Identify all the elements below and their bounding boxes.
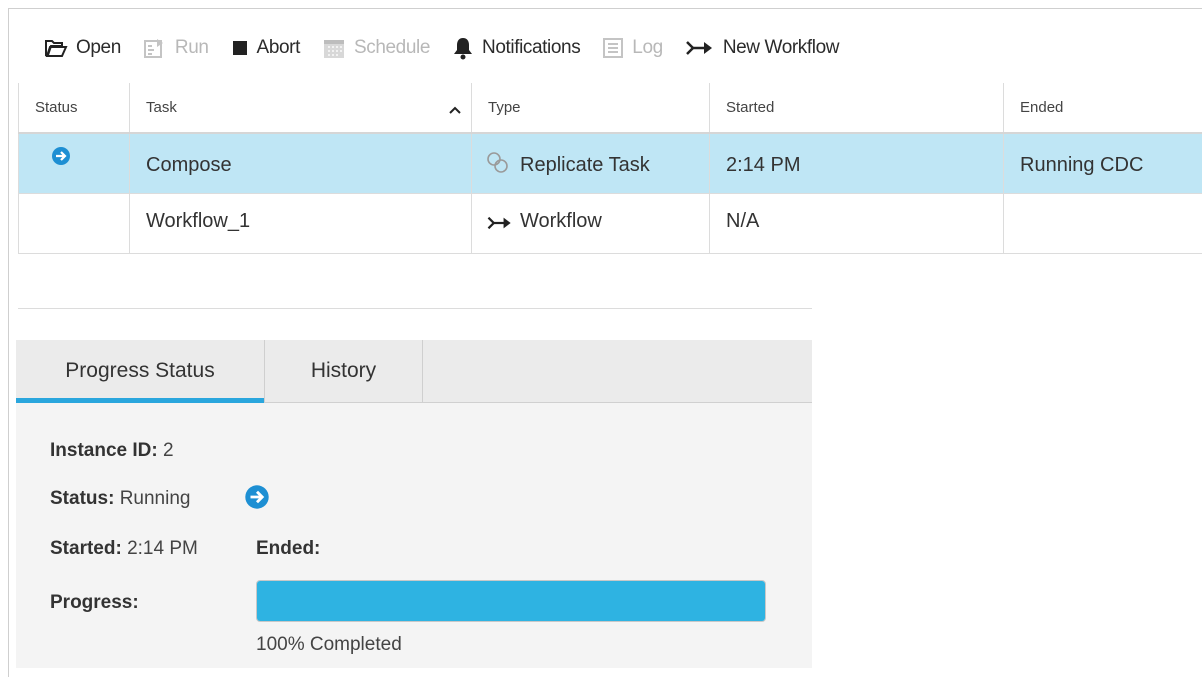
ended-cell xyxy=(1004,193,1202,253)
started-value: 2:14 PM xyxy=(127,538,198,559)
table-header: Status Task Type Started Ended xyxy=(19,83,1202,133)
status-cell xyxy=(19,133,130,193)
workflow-arrow-icon xyxy=(486,215,520,231)
instance-id-value: 2 xyxy=(163,440,174,461)
running-arrow-icon xyxy=(244,484,270,516)
log-label: Log xyxy=(632,37,663,59)
task-cell: Workflow_1 xyxy=(130,193,472,253)
notifications-label: Notifications xyxy=(482,37,580,59)
new-workflow-button[interactable]: New Workflow xyxy=(685,37,839,59)
ended-row: Ended: xyxy=(256,538,320,560)
ended-cell: Running CDC xyxy=(1004,133,1202,193)
instance-id-label: Instance ID: xyxy=(50,440,158,461)
bell-icon xyxy=(452,36,474,60)
ended-label: Ended: xyxy=(256,538,320,559)
progress-bar xyxy=(256,580,766,622)
run-label: Run xyxy=(175,37,209,59)
run-button[interactable]: Run xyxy=(143,37,209,59)
type-cell: Workflow xyxy=(472,193,710,253)
schedule-button[interactable]: Schedule xyxy=(322,36,430,60)
sort-ascending-icon xyxy=(449,101,461,118)
status-label: Status: xyxy=(50,488,114,509)
open-button[interactable]: Open xyxy=(44,37,121,59)
toolbar: Open Run Abort Schedule Notifications Lo… xyxy=(44,30,861,66)
run-icon xyxy=(143,37,167,59)
calendar-icon xyxy=(322,36,346,60)
notifications-button[interactable]: Notifications xyxy=(452,36,580,60)
task-name: Workflow_1 xyxy=(146,210,250,232)
replicate-task-icon xyxy=(486,150,520,176)
new-workflow-label: New Workflow xyxy=(723,37,839,59)
details-panel: Progress Status History Instance ID: 2 S… xyxy=(16,340,812,668)
ended-value: Running CDC xyxy=(1020,154,1143,176)
column-header-started[interactable]: Started xyxy=(710,83,1004,133)
progress-bar-fill xyxy=(257,581,765,621)
started-row: Started: 2:14 PM xyxy=(50,538,198,560)
schedule-label: Schedule xyxy=(354,37,430,59)
progress-label: Progress: xyxy=(50,592,139,613)
progress-row: Progress: xyxy=(50,592,139,614)
table-row[interactable]: Compose Replicate Task 2:14 PM Running C… xyxy=(19,133,1202,193)
task-name: Compose xyxy=(146,154,232,176)
started-cell: N/A xyxy=(710,193,1004,253)
started-label: Started: xyxy=(50,538,122,559)
running-arrow-icon xyxy=(51,146,129,172)
column-header-status[interactable]: Status xyxy=(19,83,130,133)
status-cell xyxy=(19,193,130,253)
workflow-arrow-icon xyxy=(685,39,715,57)
status-row: Status: Running xyxy=(50,488,190,510)
table-row[interactable]: Workflow_1 Workflow N/A xyxy=(19,193,1202,253)
tab-progress-status[interactable]: Progress Status xyxy=(16,340,265,402)
column-header-task[interactable]: Task xyxy=(130,83,472,133)
started-cell: 2:14 PM xyxy=(710,133,1004,193)
type-cell: Replicate Task xyxy=(472,133,710,193)
stop-icon xyxy=(231,39,249,57)
type-label: Replicate Task xyxy=(520,154,650,177)
instance-id-row: Instance ID: 2 xyxy=(50,440,174,462)
started-value: N/A xyxy=(726,210,759,232)
column-header-type[interactable]: Type xyxy=(472,83,710,133)
tab-bar: Progress Status History xyxy=(16,340,812,403)
type-label: Workflow xyxy=(520,210,602,233)
abort-button[interactable]: Abort xyxy=(231,37,300,59)
task-cell: Compose xyxy=(130,133,472,193)
column-header-task-label: Task xyxy=(146,99,177,116)
tab-history[interactable]: History xyxy=(265,340,423,402)
abort-label: Abort xyxy=(257,37,300,59)
progress-completed-text: 100% Completed xyxy=(256,634,402,656)
column-header-ended[interactable]: Ended xyxy=(1004,83,1202,133)
folder-open-icon xyxy=(44,38,68,58)
log-icon xyxy=(602,37,624,59)
log-button[interactable]: Log xyxy=(602,37,663,59)
started-value: 2:14 PM xyxy=(726,154,800,176)
status-value: Running xyxy=(120,488,191,509)
section-divider xyxy=(18,308,812,309)
open-label: Open xyxy=(76,37,121,59)
task-table: Status Task Type Started Ended Compose xyxy=(18,83,1202,254)
